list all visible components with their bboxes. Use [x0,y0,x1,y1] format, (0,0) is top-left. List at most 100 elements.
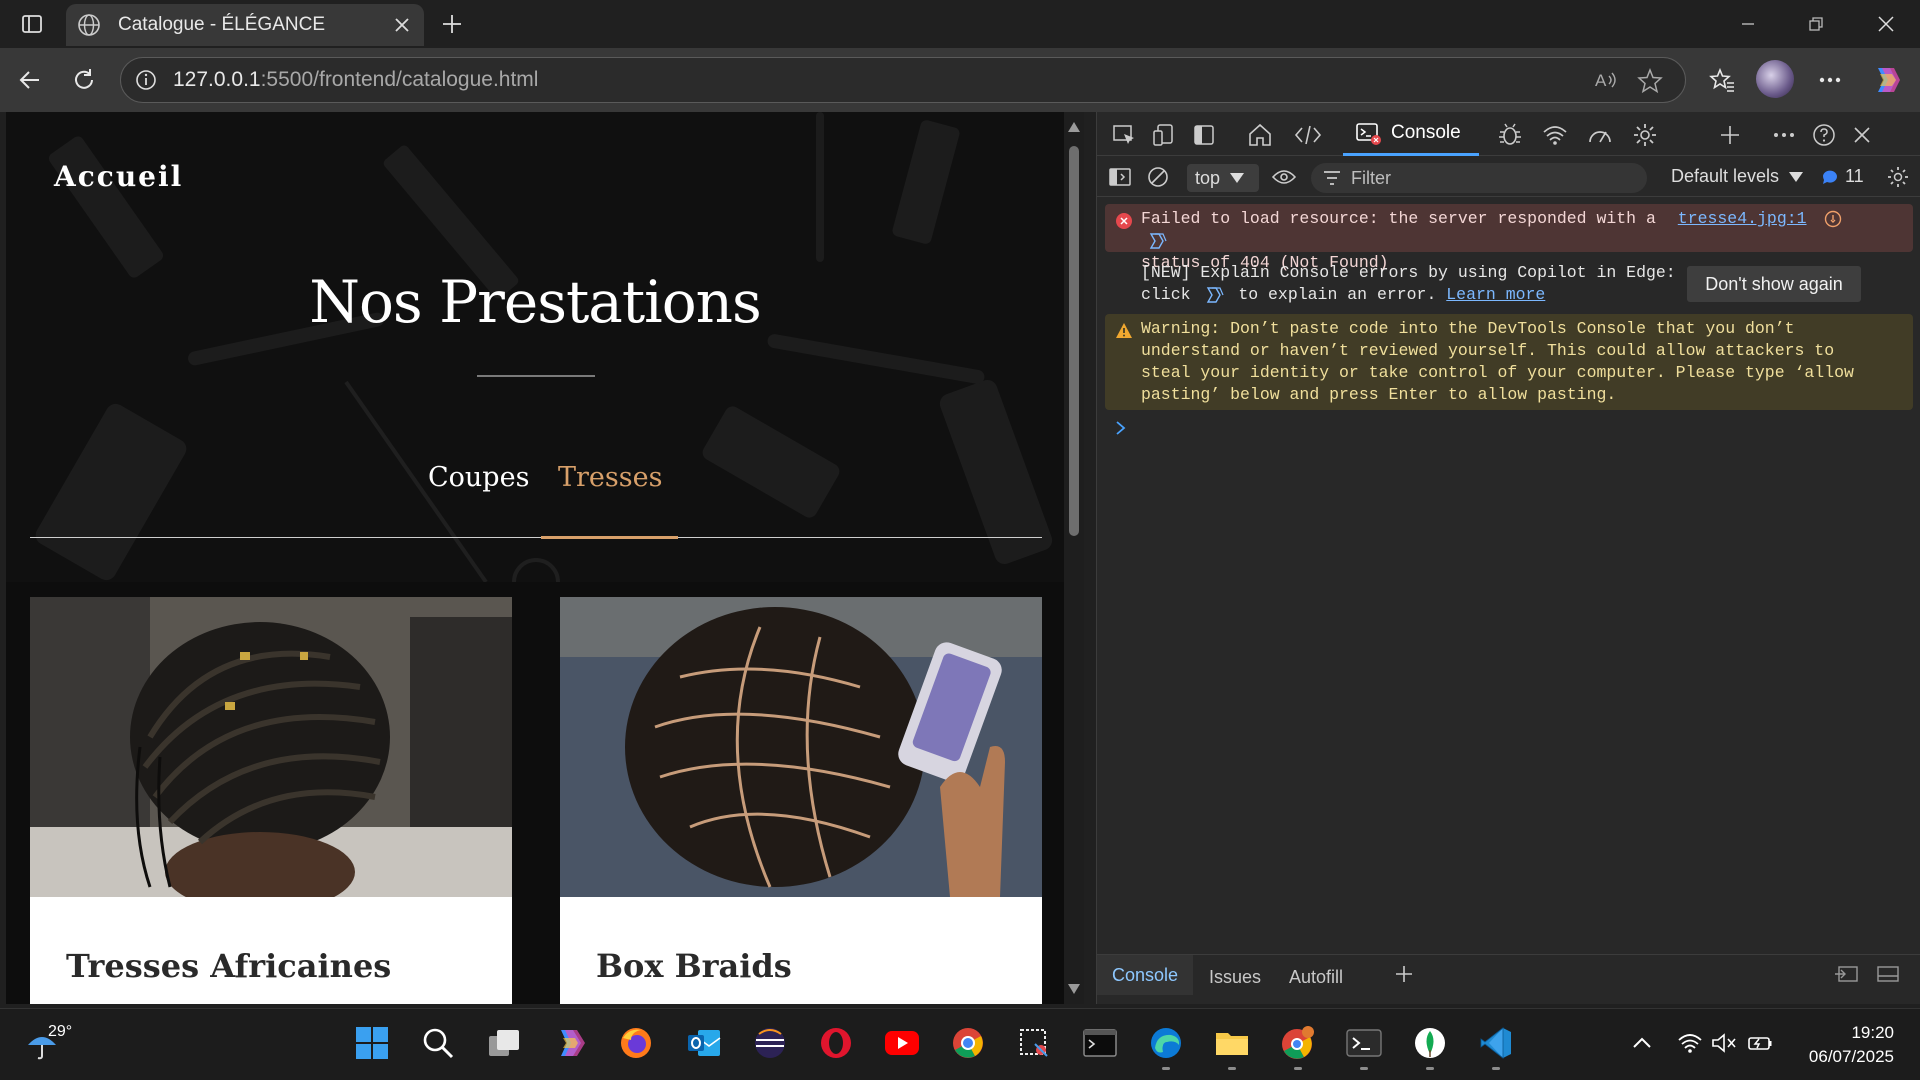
page-title: Nos Prestations [309,268,762,336]
more-tools-plus-icon[interactable] [1715,120,1745,150]
device-emulation-icon[interactable] [1149,120,1179,150]
terminal-icon[interactable] [1080,1023,1120,1063]
console-settings-icon[interactable] [1883,162,1913,192]
drawer-tab-autofill[interactable]: Autofill [1289,967,1343,988]
browser-tab-bar: Catalogue - ÉLÉGANCE [0,0,1920,48]
add-drawer-tab-icon[interactable] [1389,959,1419,989]
warning-line4: pasting’ below and press Enter to allow … [1141,385,1617,404]
opera-icon[interactable] [816,1023,856,1063]
chevron-up-icon[interactable] [1622,1023,1662,1063]
network-wifi-icon[interactable] [1540,120,1570,150]
close-tab-icon[interactable] [390,13,414,37]
inspect-icon[interactable] [1109,120,1139,150]
issues-counter[interactable]: 11 [1821,166,1864,187]
tab-tresses[interactable]: Tresses [558,462,662,493]
volume-muted-icon[interactable] [1704,1023,1744,1063]
mongodb-icon[interactable] [1410,1023,1450,1063]
favorite-star-icon[interactable] [1637,68,1663,94]
youtube-icon[interactable] [882,1023,922,1063]
url-text: 127.0.0.1:5500/frontend/catalogue.html [173,68,538,92]
profile-avatar[interactable] [1756,60,1794,98]
close-drawer-icon[interactable] [1873,959,1903,989]
edge-icon[interactable] [1146,1023,1186,1063]
read-aloud-icon[interactable]: A [1593,68,1619,92]
service-title: Tresses Africaines [66,947,392,985]
issues-count: 11 [1845,166,1864,186]
site-info-icon[interactable] [135,69,157,91]
dont-show-again-button[interactable]: Don't show again [1687,266,1861,302]
more-options-icon[interactable] [1812,62,1848,98]
back-icon[interactable] [12,62,48,98]
copilot-explain-icon[interactable] [1147,232,1167,250]
context-value: top [1195,167,1221,188]
scroll-down-icon[interactable] [1068,984,1080,994]
chrome-icon[interactable] [948,1023,988,1063]
tab-console[interactable]: Console [1343,112,1479,156]
scroll-up-icon[interactable] [1068,122,1080,132]
windows-start-icon[interactable] [352,1023,392,1063]
vscode-icon[interactable] [1476,1023,1516,1063]
page-scrollbar[interactable] [1064,112,1084,1004]
filter-input[interactable] [1351,167,1631,189]
eclipse-icon[interactable] [750,1023,790,1063]
taskbar: 29° 19:20 06/07/2025 [0,1008,1920,1080]
new-tab-icon[interactable] [436,8,468,40]
battery-icon[interactable] [1740,1023,1780,1063]
learn-more-link[interactable]: Learn more [1446,285,1545,304]
clear-console-icon[interactable] [1143,162,1173,192]
running-indicator [1360,1067,1368,1070]
elements-icon[interactable] [1293,120,1323,150]
service-title: Box Braids [596,947,792,985]
file-explorer-icon[interactable] [1212,1023,1252,1063]
web-page: Accueil Nos Prestations Coupes Tresses T… [6,112,1064,1004]
refresh-icon[interactable] [66,62,102,98]
dock-drawer-icon[interactable] [1831,959,1861,989]
info-circle-icon[interactable] [1824,210,1842,228]
error-source-link[interactable]: tresse4.jpg:1 [1678,209,1807,228]
powershell-icon[interactable] [1344,1023,1384,1063]
restore-icon[interactable] [1796,8,1836,40]
devtools-menu-icon[interactable] [1769,120,1799,150]
snipping-tool-icon[interactable] [1014,1023,1054,1063]
clock-time[interactable]: 19:20 [1838,1023,1894,1043]
settings-cog-icon[interactable] [1630,120,1660,150]
address-toolbar: 127.0.0.1:5500/frontend/catalogue.html A [0,48,1920,112]
task-view-icon[interactable] [484,1023,524,1063]
console-filter[interactable] [1311,163,1647,193]
help-icon[interactable] [1809,120,1839,150]
copilot-icon[interactable] [1866,60,1906,100]
favorites-icon[interactable] [1704,62,1740,98]
live-expression-eye-icon[interactable] [1269,162,1299,192]
service-card[interactable]: Tresses Africaines [30,597,512,1004]
chrome-dev-icon[interactable] [1278,1023,1318,1063]
message-bubble-icon [1823,170,1837,184]
search-icon[interactable] [418,1023,458,1063]
context-select[interactable]: top [1187,164,1259,192]
minimize-icon[interactable] [1728,8,1768,40]
close-window-icon[interactable] [1866,8,1906,40]
url-host: 127.0.0.1 [173,68,261,91]
tab-coupes[interactable]: Coupes [428,462,529,493]
scrollbar-thumb[interactable] [1069,146,1079,536]
close-devtools-icon[interactable] [1847,120,1877,150]
outlook-icon[interactable] [684,1023,724,1063]
performance-gauge-icon[interactable] [1585,120,1615,150]
browser-tab[interactable]: Catalogue - ÉLÉGANCE [66,4,424,46]
console-prompt[interactable] [1115,420,1127,436]
drawer-tab-console[interactable]: Console [1097,955,1193,995]
dock-side-icon[interactable] [1189,120,1219,150]
sources-bug-icon[interactable] [1495,120,1525,150]
copilot-app-icon[interactable] [550,1023,590,1063]
log-levels-dropdown[interactable]: Default levels [1671,166,1804,187]
tab-title: Catalogue - ÉLÉGANCE [118,14,325,35]
active-tab-indicator [541,536,678,539]
clock-date[interactable]: 06/07/2025 [1796,1047,1894,1067]
nav-link-home[interactable]: Accueil [54,160,183,193]
sidebar-toggle-icon[interactable] [1105,162,1135,192]
drawer-tab-issues[interactable]: Issues [1209,967,1261,988]
service-card[interactable]: Box Braids [560,597,1042,1004]
firefox-icon[interactable] [616,1023,656,1063]
welcome-home-icon[interactable] [1245,120,1275,150]
address-bar[interactable]: 127.0.0.1:5500/frontend/catalogue.html A [120,57,1686,103]
tab-actions-icon[interactable] [16,8,48,40]
